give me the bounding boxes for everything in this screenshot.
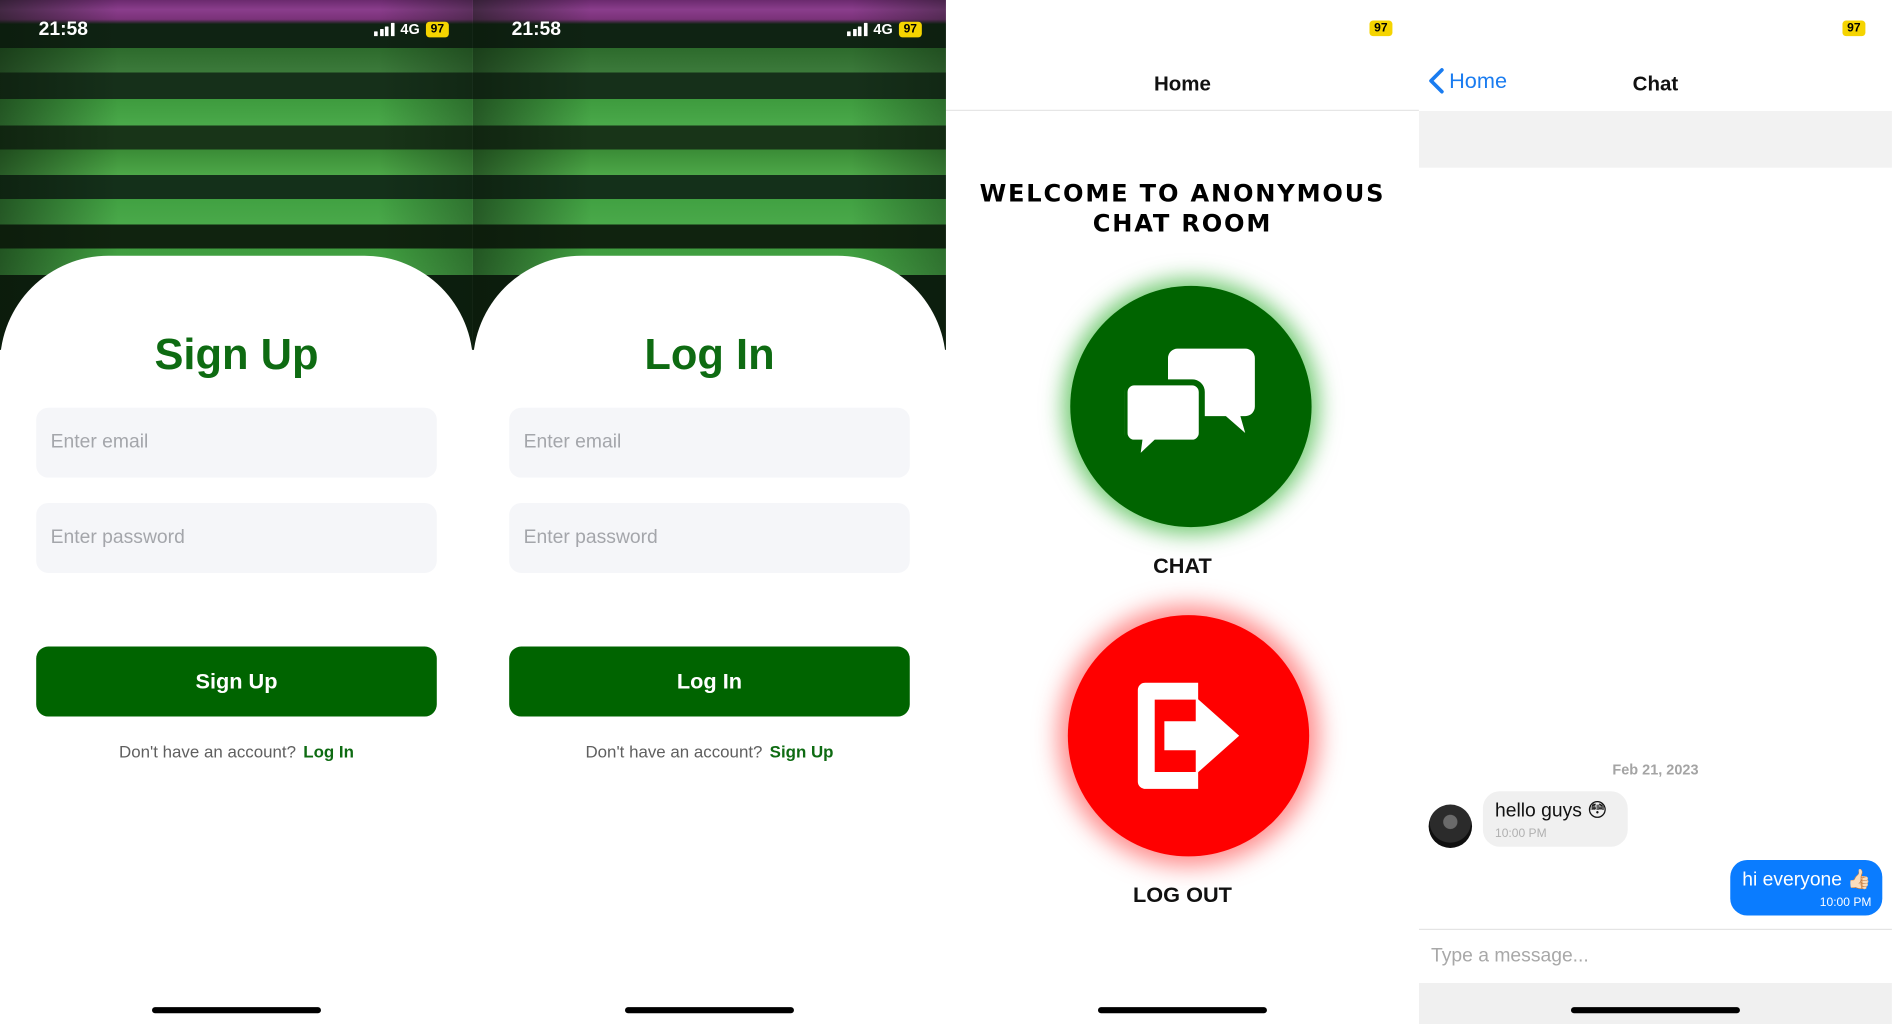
signup-link[interactable]: Sign Up: [770, 742, 834, 761]
home-screen: 97 Home WELCOME TO ANONYMOUS CHAT ROOM C…: [945, 0, 1419, 1024]
logout-label: LOG OUT: [1132, 882, 1232, 908]
app-screens: 21:58 4G 97 Sign Up Sign Up Don't have a…: [0, 0, 1892, 1024]
signup-screen: 21:58 4G 97 Sign Up Sign Up Don't have a…: [0, 0, 473, 1024]
footer-question: Don't have an account?: [585, 741, 763, 762]
chat-screen: 97 Home Chat Feb 21, 2023 hello guys 😳 1…: [1418, 0, 1892, 1024]
chat-bubbles-icon: [1124, 348, 1255, 467]
chat-button[interactable]: [1070, 285, 1312, 528]
email-field[interactable]: [36, 407, 437, 478]
status-indicators: 4G 97: [374, 20, 449, 38]
status-bar: 97: [946, 0, 1419, 58]
signal-icon: [847, 22, 868, 36]
message-time: 10:00 PM: [1819, 896, 1872, 910]
date-divider: Feb 21, 2023: [1612, 761, 1699, 778]
nav-title: Home: [1153, 72, 1211, 96]
email-field[interactable]: [509, 407, 910, 478]
home-indicator[interactable]: [625, 1007, 794, 1014]
outgoing-message[interactable]: hi everyone 👍🏻 10:00 PM: [1730, 860, 1883, 916]
chat-label: CHAT: [1153, 553, 1212, 578]
nav-bar: Home Chat: [1419, 58, 1892, 111]
footer-question: Don't have an account?: [119, 741, 297, 762]
avatar[interactable]: [1428, 804, 1473, 848]
login-link[interactable]: Log In: [303, 742, 354, 761]
password-field[interactable]: [36, 502, 437, 573]
status-indicators: 97: [1369, 20, 1393, 37]
battery-icon: 97: [1842, 20, 1866, 37]
message-text: hi everyone 👍🏻: [1742, 869, 1872, 891]
network-type: 4G: [400, 20, 420, 38]
home-indicator[interactable]: [1098, 1007, 1267, 1014]
status-indicators: 4G 97: [847, 20, 922, 38]
login-screen: 21:58 4G 97 Log In Log In Don't have an …: [472, 0, 946, 1024]
battery-icon: 97: [898, 21, 922, 37]
signal-icon: [374, 22, 395, 36]
page-title: Sign Up: [154, 329, 319, 379]
nav-bar: Home: [945, 58, 1419, 111]
login-button[interactable]: Log In: [509, 646, 910, 717]
battery-icon: 97: [1369, 20, 1393, 37]
welcome-line-1: WELCOME TO ANONYMOUS: [979, 178, 1386, 208]
status-bar: 97: [1419, 0, 1892, 58]
home-indicator[interactable]: [1570, 1007, 1740, 1014]
logout-exit-icon: [1137, 682, 1240, 789]
status-indicators: 97: [1842, 20, 1866, 37]
home-indicator[interactable]: [152, 1007, 321, 1014]
status-bar: 21:58 4G 97: [0, 0, 473, 58]
status-bar: 21:58 4G 97: [473, 0, 946, 58]
auth-footer: Don't have an account? Sign Up: [473, 742, 946, 761]
logout-button[interactable]: [1067, 615, 1310, 857]
chat-header-strip: [1418, 110, 1892, 168]
auth-footer: Don't have an account? Log In: [0, 742, 473, 761]
message-time: 10:00 PM: [1494, 827, 1547, 841]
battery-icon: 97: [425, 21, 449, 37]
welcome-heading: WELCOME TO ANONYMOUS CHAT ROOM: [946, 179, 1419, 239]
incoming-message[interactable]: hello guys 😳 10:00 PM: [1482, 791, 1628, 847]
message-text: hello guys 😳: [1494, 800, 1608, 822]
nav-title: Chat: [1632, 72, 1679, 96]
bottom-area: [1418, 983, 1892, 1024]
message-input[interactable]: [1431, 932, 1878, 981]
signup-button[interactable]: Sign Up: [36, 646, 437, 717]
welcome-line-2: CHAT ROOM: [1092, 208, 1273, 238]
status-time: 21:58: [511, 19, 561, 40]
status-time: 21:58: [38, 19, 88, 40]
network-type: 4G: [873, 20, 893, 38]
password-field[interactable]: [509, 502, 910, 573]
page-title: Log In: [644, 329, 775, 379]
message-composer: [1418, 928, 1892, 984]
